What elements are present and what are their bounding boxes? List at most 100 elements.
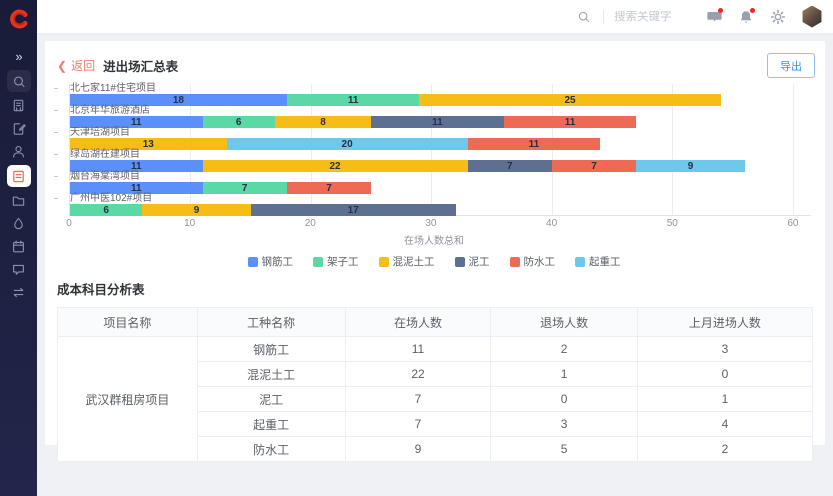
search-input[interactable]	[614, 11, 704, 23]
bar-segment[interactable]: 7	[287, 182, 371, 194]
table-cell: 起重工	[197, 412, 345, 437]
table-row: 武汉群租房项目钢筋工1123	[58, 337, 813, 362]
legend-item[interactable]: 防水工	[510, 254, 556, 269]
legend-item[interactable]: 混泥土工	[379, 254, 435, 269]
table-cell: 混泥土工	[197, 362, 345, 387]
legend-label: 混泥土工	[393, 254, 435, 269]
chart-x-axis: 0102030405060	[69, 218, 811, 231]
stacked-bar: 1177	[70, 182, 811, 194]
sidebar-item-user[interactable]	[6, 140, 32, 163]
sidebar-item-search[interactable]	[7, 70, 31, 92]
sidebar-item-report[interactable]	[7, 165, 31, 187]
bar-segment[interactable]: 7	[203, 182, 287, 194]
sidebar-item-collapse[interactable]: »	[6, 45, 32, 68]
bar-segment[interactable]: 25	[419, 94, 720, 106]
legend-swatch	[510, 257, 520, 267]
building-icon	[11, 98, 26, 113]
sidebar-item-document[interactable]	[6, 117, 32, 140]
legend-item[interactable]: 架子工	[313, 254, 359, 269]
stacked-bar: 6917	[70, 204, 811, 216]
bar-segment[interactable]: 11	[287, 94, 420, 106]
project-name-cell: 武汉群租房项目	[58, 337, 198, 462]
main-content: ❮ 返回 进出场汇总表 导出 北七家11#住宅项目181125北京年华旅游酒店1…	[37, 33, 833, 496]
gear-icon[interactable]	[769, 8, 787, 26]
chart-row: 天津培湖项目132011	[70, 128, 811, 150]
bar-segment[interactable]: 8	[275, 116, 371, 128]
stacked-bar: 132011	[70, 138, 811, 150]
sidebar-item-calendar[interactable]	[6, 235, 32, 258]
export-button[interactable]: 导出	[767, 53, 815, 78]
bar-segment[interactable]: 11	[504, 116, 637, 128]
legend-label: 架子工	[327, 254, 359, 269]
chart-category-label: 北京年华旅游酒店	[70, 106, 811, 115]
table-column-header: 项目名称	[58, 308, 198, 337]
page-title: 进出场汇总表	[103, 56, 178, 75]
chart-row: 北七家11#住宅项目181125	[70, 84, 811, 106]
back-chevron-icon[interactable]: ❮	[57, 59, 67, 73]
table-cell: 4	[637, 412, 812, 437]
sidebar-item-chat[interactable]	[6, 258, 32, 281]
stacked-bar: 11681111	[70, 116, 811, 128]
x-tick-label: 10	[184, 218, 195, 229]
message-badge	[718, 8, 723, 13]
top-header	[37, 0, 833, 33]
sidebar: »	[0, 0, 37, 496]
sidebar-item-drop[interactable]	[6, 212, 32, 235]
legend-label: 防水工	[524, 254, 556, 269]
bar-segment[interactable]: 11	[468, 138, 601, 150]
bar-segment[interactable]: 7	[468, 160, 552, 172]
cost-analysis-table: 项目名称工种名称在场人数退场人数上月进场人数 武汉群租房项目钢筋工1123混泥土…	[57, 307, 813, 462]
legend-item[interactable]: 泥工	[455, 254, 490, 269]
chart-category-label: 绿岛湖在建项目	[70, 150, 811, 159]
sidebar-item-building[interactable]	[6, 94, 32, 117]
bar-segment[interactable]: 6	[203, 116, 275, 128]
bar-segment[interactable]: 9	[636, 160, 744, 172]
bar-segment[interactable]: 20	[227, 138, 468, 150]
bar-segment[interactable]: 11	[371, 116, 504, 128]
table-cell: 5	[491, 437, 637, 462]
legend-swatch	[575, 257, 585, 267]
back-link[interactable]: 返回	[71, 57, 95, 74]
legend-item[interactable]: 起重工	[575, 254, 621, 269]
bar-segment[interactable]: 22	[203, 160, 468, 172]
sidebar-item-transfer[interactable]	[6, 281, 32, 304]
message-icon[interactable]	[705, 8, 723, 26]
bar-segment[interactable]: 7	[552, 160, 636, 172]
table-cell: 防水工	[197, 437, 345, 462]
double-chevron-right-icon: »	[15, 49, 21, 64]
avatar[interactable]	[801, 6, 823, 28]
bell-badge	[750, 8, 755, 13]
search-icon[interactable]	[577, 10, 591, 24]
chart-legend: 钢筋工 架子工 混泥土工 泥工 防水工 起重工	[57, 254, 811, 269]
legend-swatch	[379, 257, 389, 267]
table-cell: 1	[637, 387, 812, 412]
stacked-bar: 1122779	[70, 160, 811, 172]
x-tick-label: 50	[667, 218, 678, 229]
report-icon	[11, 169, 26, 184]
x-tick-label: 20	[305, 218, 316, 229]
table-cell: 0	[491, 387, 637, 412]
legend-swatch	[248, 257, 258, 267]
page-header-row: ❮ 返回 进出场汇总表 导出	[45, 41, 825, 82]
sidebar-item-folder[interactable]	[6, 189, 32, 212]
chart-row: 北京年华旅游酒店11681111	[70, 106, 811, 128]
table-cell: 7	[345, 387, 491, 412]
bar-segment[interactable]: 17	[251, 204, 456, 216]
chart-category-label: 北七家11#住宅项目	[70, 84, 811, 93]
logo-c-icon	[8, 8, 30, 30]
table-cell: 3	[637, 337, 812, 362]
chart-category-label: 天津培湖项目	[70, 128, 811, 137]
drop-icon	[11, 216, 26, 231]
legend-item[interactable]: 钢筋工	[248, 254, 294, 269]
legend-label: 泥工	[469, 254, 490, 269]
table-column-header: 工种名称	[197, 308, 345, 337]
chart-category-label: 广州中医102#项目	[70, 194, 811, 203]
folder-icon	[11, 193, 26, 208]
search-icon	[11, 74, 26, 89]
app-logo[interactable]	[0, 0, 37, 37]
table-body: 武汉群租房项目钢筋工1123混泥土工2210泥工701起重工734防水工952	[58, 337, 813, 462]
bar-segment[interactable]: 6	[70, 204, 142, 216]
bar-segment[interactable]: 9	[142, 204, 250, 216]
table-cell: 泥工	[197, 387, 345, 412]
bell-icon[interactable]	[737, 8, 755, 26]
